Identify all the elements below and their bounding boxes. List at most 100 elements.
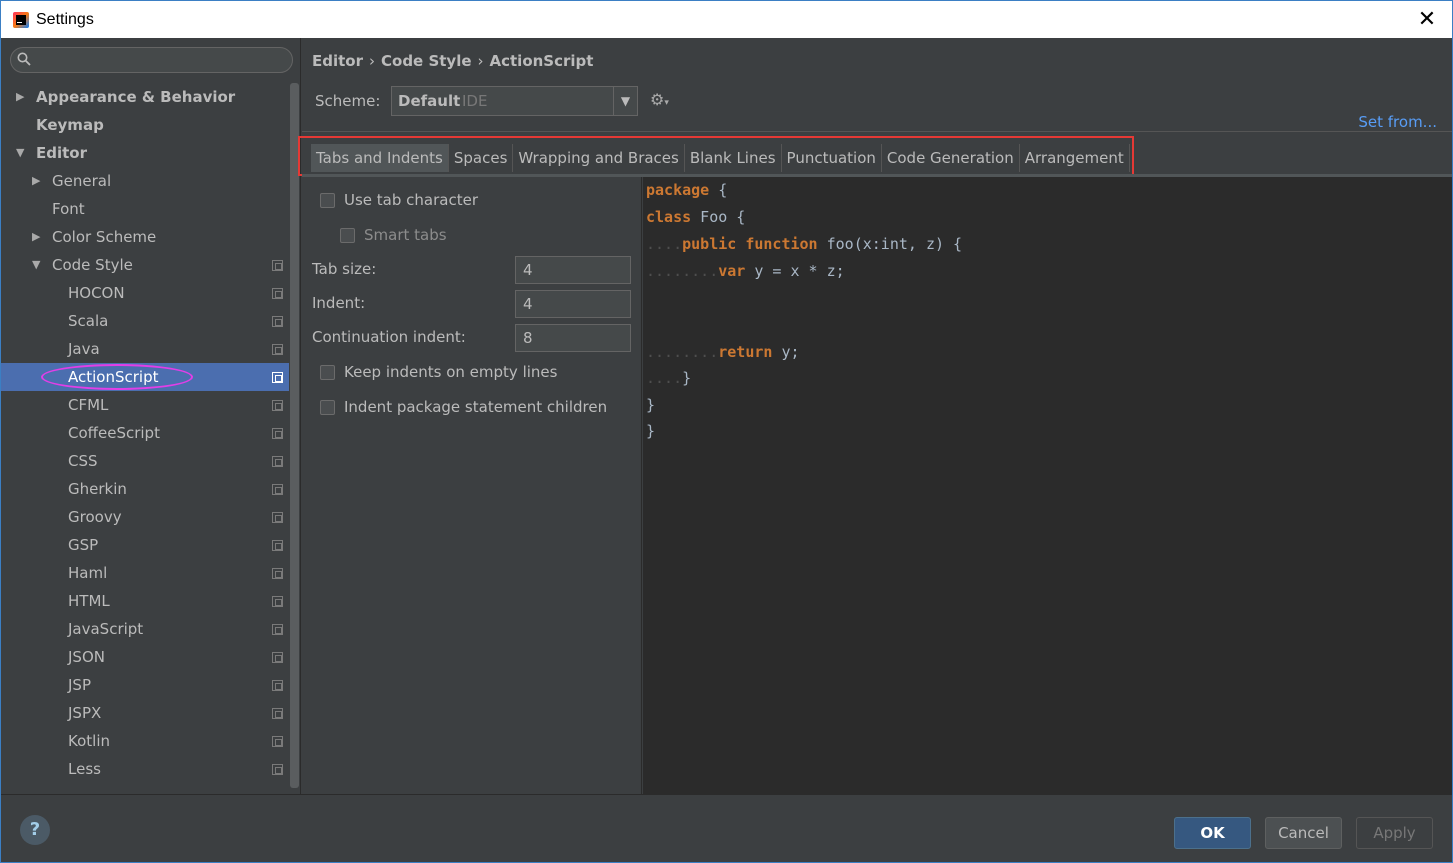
tree-label: ActionScript	[68, 368, 159, 386]
indent-row: Indent: 4	[312, 290, 632, 318]
tree-label: Appearance & Behavior	[36, 88, 236, 106]
tree-label: HOCON	[68, 284, 125, 302]
use-tab-character-checkbox[interactable]	[320, 192, 335, 208]
code-line: class Foo {	[646, 204, 745, 230]
continuation-indent-input[interactable]: 8	[515, 324, 631, 352]
ok-button[interactable]: OK	[1174, 817, 1251, 849]
tree-item-language[interactable]: Kotlin	[1, 727, 289, 755]
settings-tree: ▶ Appearance & Behavior Keymap ▼ Editor …	[1, 83, 289, 783]
set-from-link[interactable]: Set from...	[1358, 113, 1437, 131]
tree-label: Code Style	[52, 256, 133, 274]
indent-input[interactable]: 4	[515, 290, 631, 318]
code-text: foo(x:int, z) {	[817, 235, 963, 253]
project-copy-icon	[272, 400, 283, 411]
tree-item-language[interactable]: JSON	[1, 643, 289, 671]
code-line: ....}	[646, 365, 691, 391]
project-copy-icon	[272, 680, 283, 691]
smart-tabs-row[interactable]: Smart tabs	[340, 224, 447, 246]
tab-punctuation[interactable]: Punctuation	[782, 144, 882, 172]
project-copy-icon	[272, 428, 283, 439]
project-copy-icon	[272, 260, 283, 271]
settings-tree-panel: ▶ Appearance & Behavior Keymap ▼ Editor …	[1, 38, 301, 794]
tree-item-language[interactable]: GSP	[1, 531, 289, 559]
project-copy-icon	[272, 344, 283, 355]
project-copy-icon	[272, 764, 283, 775]
scheme-sub: IDE	[462, 92, 488, 110]
code-preview[interactable]: package { class Foo { ....public functio…	[643, 177, 1452, 794]
tree-item-language[interactable]: Less	[1, 755, 289, 783]
continuation-indent-row: Continuation indent: 8	[312, 324, 632, 352]
tree-label: General	[52, 172, 112, 190]
tree-item-color-scheme[interactable]: ▶ Color Scheme	[1, 223, 289, 251]
code-keyword: function	[745, 235, 818, 253]
project-copy-icon	[272, 372, 283, 383]
tree-item-actionscript[interactable]: ActionScript	[1, 363, 289, 391]
tab-wrapping-and-braces[interactable]: Wrapping and Braces	[513, 144, 685, 172]
tree-label: Scala	[68, 312, 109, 330]
whitespace-dots: ....	[646, 235, 683, 253]
gear-icon[interactable]: ⚙▾	[650, 92, 674, 109]
chevron-down-icon[interactable]: ▼	[613, 87, 637, 115]
tree-item-language[interactable]: JavaScript	[1, 615, 289, 643]
intellij-app-icon	[13, 11, 29, 28]
tree-item-language[interactable]: HTML	[1, 587, 289, 615]
code-keyword: package	[646, 181, 710, 199]
indent-package-row[interactable]: Indent package statement children	[320, 396, 607, 418]
tree-label: Gherkin	[68, 480, 127, 498]
tab-spaces[interactable]: Spaces	[449, 144, 514, 172]
tree-item-keymap[interactable]: Keymap	[1, 111, 289, 139]
tree-item-code-style[interactable]: ▼ Code Style	[1, 251, 289, 279]
tree-item-general[interactable]: ▶ General	[1, 167, 289, 195]
keep-indents-checkbox[interactable]	[320, 364, 335, 380]
tree-item-language[interactable]: HOCON	[1, 279, 289, 307]
use-tab-character-label: Use tab character	[344, 191, 478, 209]
tree-item-language[interactable]: CFML	[1, 391, 289, 419]
tree-item-font[interactable]: Font	[1, 195, 289, 223]
keep-indents-row[interactable]: Keep indents on empty lines	[320, 361, 557, 383]
indent-package-checkbox[interactable]	[320, 399, 335, 415]
code-text: y = x * z;	[745, 262, 845, 280]
chevron-right-icon[interactable]: ▶	[32, 223, 40, 251]
breadcrumb-editor: Editor	[312, 52, 363, 70]
use-tab-character-row[interactable]: Use tab character	[320, 189, 478, 211]
help-icon[interactable]: ?	[20, 815, 50, 845]
tree-item-appearance[interactable]: ▶ Appearance & Behavior	[1, 83, 289, 111]
tree-item-language[interactable]: CoffeeScript	[1, 419, 289, 447]
tab-size-row: Tab size: 4	[312, 256, 632, 284]
tree-item-language[interactable]: JSPX	[1, 699, 289, 727]
tree-scrollbar-thumb[interactable]	[290, 83, 299, 788]
tab-blank-lines[interactable]: Blank Lines	[685, 144, 782, 172]
chevron-right-icon[interactable]: ▶	[16, 83, 24, 111]
cancel-button[interactable]: Cancel	[1265, 817, 1342, 849]
close-icon[interactable]: ✕	[1414, 7, 1440, 33]
tab-size-label: Tab size:	[312, 260, 377, 278]
apply-button[interactable]: Apply	[1356, 817, 1433, 849]
tab-size-input[interactable]: 4	[515, 256, 631, 284]
tab-bar: Tabs and Indents Spaces Wrapping and Bra…	[311, 144, 1130, 172]
tree-item-editor[interactable]: ▼ Editor	[1, 139, 289, 167]
chevron-down-icon[interactable]: ▼	[16, 139, 24, 167]
code-style-panel: Editor › Code Style › ActionScript Schem…	[298, 38, 1452, 794]
tree-scrollbar[interactable]	[290, 83, 300, 794]
tree-item-language[interactable]: Scala	[1, 307, 289, 335]
chevron-down-icon[interactable]: ▼	[32, 251, 40, 279]
code-line: }	[646, 392, 655, 418]
project-copy-icon	[272, 624, 283, 635]
tree-item-language[interactable]: Haml	[1, 559, 289, 587]
breadcrumb-separator: ›	[369, 52, 375, 70]
keep-indents-label: Keep indents on empty lines	[344, 363, 558, 381]
tab-tabs-and-indents[interactable]: Tabs and Indents	[311, 144, 449, 172]
search-input[interactable]	[10, 47, 293, 73]
tree-item-language[interactable]: Gherkin	[1, 475, 289, 503]
tree-item-language[interactable]: Java	[1, 335, 289, 363]
tab-arrangement[interactable]: Arrangement	[1020, 144, 1130, 172]
tree-item-language[interactable]: CSS	[1, 447, 289, 475]
scheme-dropdown[interactable]: Default IDE ▼	[391, 86, 638, 116]
scheme-label: Scheme:	[315, 92, 381, 110]
tree-item-language[interactable]: Groovy	[1, 503, 289, 531]
tree-item-language[interactable]: JSP	[1, 671, 289, 699]
smart-tabs-checkbox[interactable]	[340, 227, 355, 243]
code-line: }	[646, 418, 655, 444]
tab-code-generation[interactable]: Code Generation	[882, 144, 1020, 172]
chevron-right-icon[interactable]: ▶	[32, 167, 40, 195]
